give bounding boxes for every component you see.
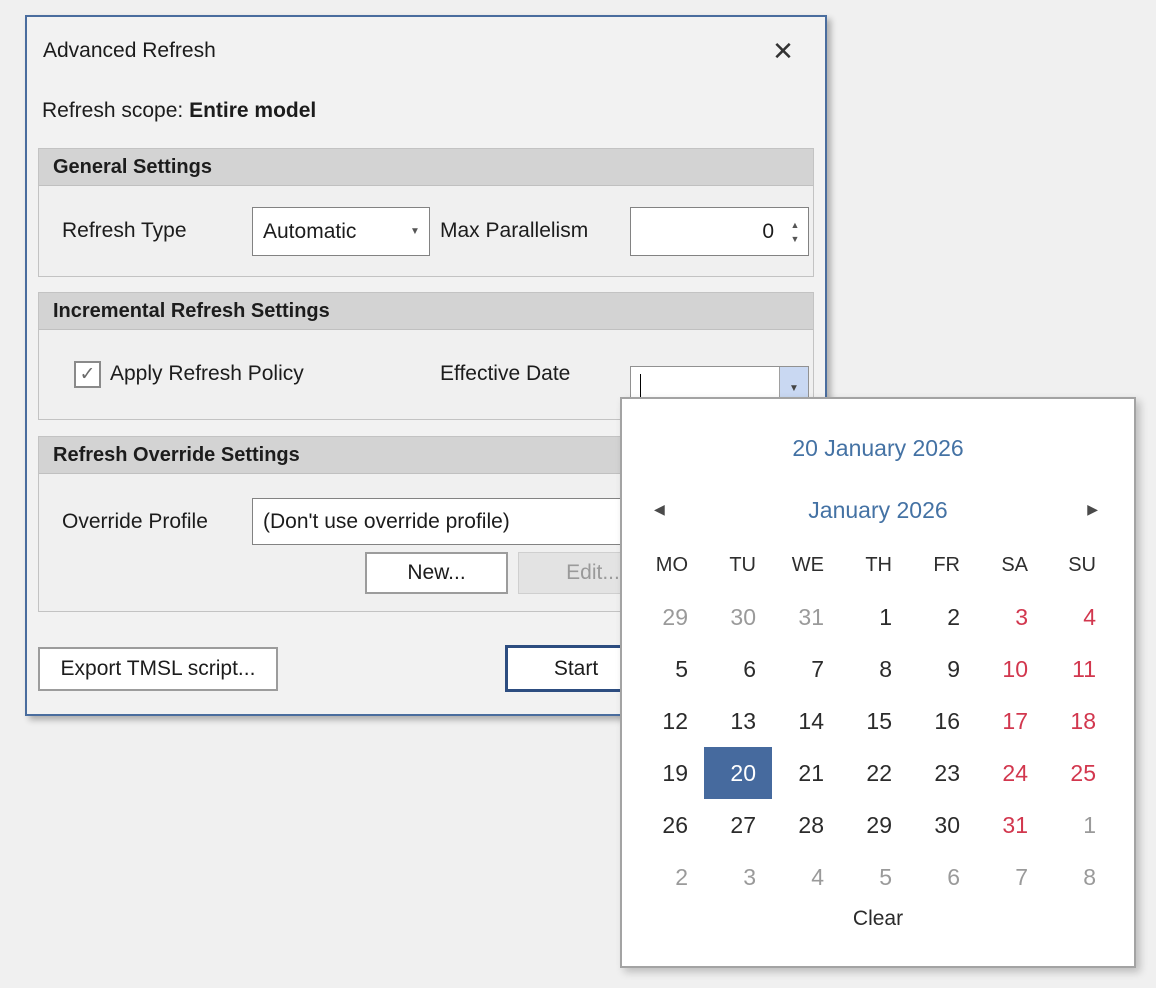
- new-button[interactable]: New...: [365, 552, 508, 594]
- chevron-down-icon: ▼: [789, 383, 799, 394]
- calendar-day-cell[interactable]: 24: [976, 747, 1044, 799]
- screen: Advanced Refresh ✕ Refresh scope: Entire…: [0, 0, 1156, 988]
- calendar-day-cell[interactable]: 31: [976, 799, 1044, 851]
- calendar-clear-button[interactable]: Clear: [622, 907, 1134, 931]
- calendar-day-cell[interactable]: 4: [772, 851, 840, 903]
- calendar-day-cell[interactable]: 28: [772, 799, 840, 851]
- checkmark-icon: ✓: [80, 363, 96, 386]
- calendar-day-cell[interactable]: 3: [976, 591, 1044, 643]
- calendar-day-header: SU: [1044, 545, 1112, 585]
- calendar-week-row: 19202122232425: [636, 747, 1112, 799]
- stepper-arrows[interactable]: ▲▼: [782, 208, 808, 255]
- calendar-day-cell[interactable]: 26: [636, 799, 704, 851]
- calendar-day-cell[interactable]: 27: [704, 799, 772, 851]
- calendar-day-cell[interactable]: 5: [840, 851, 908, 903]
- calendar-day-cell[interactable]: 25: [1044, 747, 1112, 799]
- calendar-day-cell[interactable]: 20: [704, 747, 772, 799]
- calendar-day-cell[interactable]: 22: [840, 747, 908, 799]
- calendar-grid: 2930311234567891011121314151617181920212…: [636, 591, 1112, 903]
- calendar-day-cell[interactable]: 17: [976, 695, 1044, 747]
- calendar-day-cell[interactable]: 23: [908, 747, 976, 799]
- calendar-day-cell[interactable]: 5: [636, 643, 704, 695]
- calendar-day-cell[interactable]: 16: [908, 695, 976, 747]
- refresh-type-value: Automatic: [253, 220, 401, 244]
- calendar-day-cell[interactable]: 19: [636, 747, 704, 799]
- calendar-selected-date-header[interactable]: 20 January 2026: [622, 435, 1134, 462]
- calendar-day-headers: MOTUWETHFRSASU: [636, 545, 1112, 585]
- refresh-scope-label: Refresh scope:: [42, 99, 189, 122]
- calendar-day-header: FR: [908, 545, 976, 585]
- calendar-nav: ◀ January 2026 ▶: [622, 497, 1134, 527]
- calendar-week-row: 567891011: [636, 643, 1112, 695]
- calendar-day-cell[interactable]: 2: [908, 591, 976, 643]
- calendar-day-cell[interactable]: 7: [976, 851, 1044, 903]
- calendar-month-header[interactable]: January 2026: [622, 497, 1134, 524]
- calendar-day-cell[interactable]: 14: [772, 695, 840, 747]
- refresh-scope-line: Refresh scope: Entire model: [42, 99, 316, 123]
- calendar-day-cell[interactable]: 30: [704, 591, 772, 643]
- general-settings-body: Refresh Type Automatic ▼ Max Parallelism…: [39, 186, 813, 277]
- calendar-day-cell[interactable]: 8: [1044, 851, 1112, 903]
- calendar-day-cell[interactable]: 11: [1044, 643, 1112, 695]
- calendar-day-cell[interactable]: 21: [772, 747, 840, 799]
- calendar-day-cell[interactable]: 2: [636, 851, 704, 903]
- calendar-day-cell[interactable]: 1: [840, 591, 908, 643]
- incremental-refresh-header: Incremental Refresh Settings: [39, 293, 813, 330]
- calendar-day-cell[interactable]: 4: [1044, 591, 1112, 643]
- general-settings-group: General Settings Refresh Type Automatic …: [38, 148, 814, 277]
- calendar-day-cell[interactable]: 29: [636, 591, 704, 643]
- max-parallelism-value: 0: [631, 208, 782, 255]
- effective-date-label: Effective Date: [440, 362, 570, 386]
- calendar-day-cell[interactable]: 6: [704, 643, 772, 695]
- general-settings-header: General Settings: [39, 149, 813, 186]
- refresh-scope-value: Entire model: [189, 99, 316, 122]
- calendar-week-row: 2345678: [636, 851, 1112, 903]
- calendar-day-cell[interactable]: 13: [704, 695, 772, 747]
- calendar-day-cell[interactable]: 7: [772, 643, 840, 695]
- export-tmsl-button[interactable]: Export TMSL script...: [38, 647, 278, 691]
- apply-refresh-policy-label: Apply Refresh Policy: [110, 362, 304, 386]
- max-parallelism-label: Max Parallelism: [440, 219, 588, 243]
- dialog-title: Advanced Refresh: [43, 39, 216, 63]
- calendar-day-cell[interactable]: 1: [1044, 799, 1112, 851]
- calendar-day-cell[interactable]: 8: [840, 643, 908, 695]
- calendar-day-header: MO: [636, 545, 704, 585]
- calendar-day-cell[interactable]: 30: [908, 799, 976, 851]
- refresh-type-select[interactable]: Automatic ▼: [252, 207, 430, 256]
- calendar-day-cell[interactable]: 9: [908, 643, 976, 695]
- calendar-week-row: 2930311234: [636, 591, 1112, 643]
- apply-refresh-policy-checkbox[interactable]: ✓: [74, 361, 101, 388]
- calendar-day-cell[interactable]: 31: [772, 591, 840, 643]
- calendar-day-cell[interactable]: 3: [704, 851, 772, 903]
- max-parallelism-stepper[interactable]: 0 ▲▼: [630, 207, 809, 256]
- override-profile-label: Override Profile: [62, 510, 208, 534]
- calendar-day-cell[interactable]: 15: [840, 695, 908, 747]
- refresh-type-label: Refresh Type: [62, 219, 187, 243]
- calendar-day-header: TU: [704, 545, 772, 585]
- date-picker-popup: 20 January 2026 ◀ January 2026 ▶ MOTUWET…: [620, 397, 1136, 968]
- arrow-up-icon[interactable]: ▲: [782, 221, 808, 229]
- chevron-down-icon: ▼: [401, 226, 429, 237]
- calendar-day-header: WE: [772, 545, 840, 585]
- calendar-day-cell[interactable]: 10: [976, 643, 1044, 695]
- next-month-icon[interactable]: ▶: [1087, 501, 1098, 518]
- calendar-day-cell[interactable]: 12: [636, 695, 704, 747]
- calendar-week-row: 12131415161718: [636, 695, 1112, 747]
- calendar-week-row: 2627282930311: [636, 799, 1112, 851]
- calendar-day-cell[interactable]: 18: [1044, 695, 1112, 747]
- calendar-day-header: TH: [840, 545, 908, 585]
- calendar-day-cell[interactable]: 29: [840, 799, 908, 851]
- calendar-day-header: SA: [976, 545, 1044, 585]
- arrow-down-icon[interactable]: ▼: [782, 235, 808, 243]
- close-icon[interactable]: ✕: [763, 31, 803, 71]
- calendar-day-cell[interactable]: 6: [908, 851, 976, 903]
